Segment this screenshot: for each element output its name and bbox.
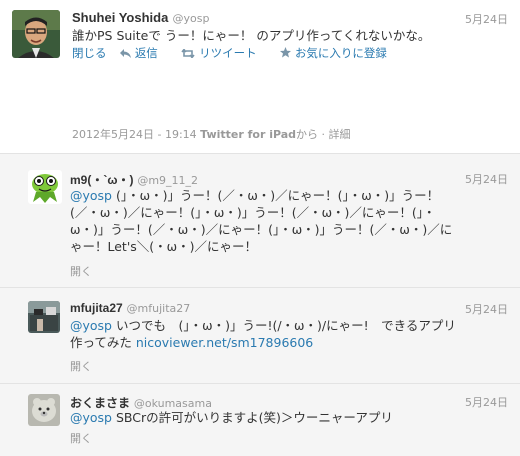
avatar[interactable] [28, 170, 62, 204]
meta-separator: · [321, 128, 326, 141]
tweet-text: @yosp いつでも (」・ω・)」うー!(/・ω・)/にゃー! できるアプリ … [70, 317, 510, 351]
author-name[interactable]: おくまさま [70, 396, 130, 410]
tweet-actions: 閉じる 返信 リツイート お気に入りに登録 [72, 45, 407, 61]
author-name[interactable]: Shuhei Yoshida [72, 10, 168, 25]
tweet-timestamp[interactable]: 2012年5月24日 - 19:14 [72, 128, 197, 141]
tweet-line-text: SBCrの許可がいりますよ(笑)＞ウーニャーアプリ [112, 410, 393, 425]
mention-link[interactable]: @yosp [70, 188, 112, 203]
tweet-line: ゃー！Let's＼(・ω・)／にゃー！ [70, 239, 258, 254]
reply-label: 返信 [134, 46, 158, 60]
tweet-line-text: (」・ω・)」うー！(／・ω・)／にゃー！(」・ω・)」うー！ [112, 188, 440, 203]
reply-button[interactable]: 返信 [120, 45, 168, 61]
tweet-line: (／・ω・)／にゃー！(」・ω・)」うー！(／・ω・)／にゃー！(」・ [70, 205, 436, 220]
tweet-text: @yosp SBCrの許可がいりますよ(笑)＞ウーニャーアプリ [70, 409, 510, 426]
tweet-line: @yosp (」・ω・)」うー！(／・ω・)／にゃー！(」・ω・)」うー！ [70, 187, 510, 204]
tweet-line-text: 作ってみた [70, 335, 136, 350]
tweet-time[interactable]: 5月24日 [465, 11, 508, 27]
tweet-text: @yosp (」・ω・)」うー！(／・ω・)／にゃー！(」・ω・)」うー！ (／… [70, 187, 510, 255]
details-link[interactable]: 詳細 [329, 128, 351, 141]
mention-link[interactable]: @yosp [70, 318, 112, 333]
open-link[interactable]: 開く [70, 263, 92, 279]
star-icon [280, 47, 292, 58]
url-link[interactable]: nicoviewer.net/sm17896606 [136, 335, 313, 350]
main-tweet: Shuhei Yoshida @yosp 5月24日 誰かPS Suiteで う… [0, 0, 520, 152]
tweet-line-text: いつでも (」・ω・)」うー!(/・ω・)/にゃー! できるアプリ [112, 318, 456, 333]
retweet-label: リツイート [199, 46, 257, 60]
retweet-button[interactable]: リツイート [181, 45, 266, 61]
via-suffix: から [296, 128, 319, 141]
tweet-line: ω・)」うー！(／・ω・)／にゃー！(」・ω・)」うー！(／・ω・)／に [70, 222, 453, 237]
via-client[interactable]: Twitter for iPad [200, 128, 296, 141]
reply-tweet[interactable]: おくまさま @okumasama 5月24日 @yosp SBCrの許可がいりま… [0, 383, 520, 456]
reply-tweet[interactable]: mfujita27 @mfujita27 5月24日 @yosp いつでも (」… [0, 287, 520, 383]
tweet-time[interactable]: 5月24日 [465, 171, 508, 187]
tweet-line: @yosp いつでも (」・ω・)」うー!(/・ω・)/にゃー! できるアプリ [70, 317, 510, 334]
mention-link[interactable]: @yosp [70, 410, 112, 425]
open-link[interactable]: 開く [70, 358, 92, 374]
retweet-icon [181, 48, 196, 59]
avatar[interactable] [12, 10, 60, 58]
avatar[interactable] [28, 301, 60, 333]
open-link[interactable]: 開く [70, 430, 92, 446]
reply-tweet[interactable]: m9(・`ω・) @m9_11_2 5月24日 @yosp (」・ω・)」うー！… [0, 153, 520, 287]
close-button[interactable]: 閉じる [72, 45, 107, 61]
author-handle[interactable]: @mfujita27 [127, 302, 191, 315]
author-handle[interactable]: @m9_11_2 [137, 174, 198, 187]
tweet-meta: 2012年5月24日 - 19:14 Twitter for iPadから · … [72, 126, 351, 142]
favorite-button[interactable]: お気に入りに登録 [280, 45, 397, 61]
tweet-time[interactable]: 5月24日 [465, 394, 508, 410]
reply-arrow-icon [120, 49, 132, 58]
avatar[interactable] [28, 394, 60, 426]
author-name[interactable]: m9(・`ω・) [70, 173, 133, 187]
author-handle[interactable]: @yosp [172, 12, 209, 25]
tweet-text: 誰かPS Suiteで うー！にゃー！ のアプリ作ってくれないかな。 [72, 28, 431, 43]
tweet-time[interactable]: 5月24日 [465, 301, 508, 317]
author-name[interactable]: mfujita27 [70, 301, 123, 315]
tweet-line: 作ってみた nicoviewer.net/sm17896606 [70, 334, 510, 351]
favorite-label: お気に入りに登録 [294, 46, 387, 60]
